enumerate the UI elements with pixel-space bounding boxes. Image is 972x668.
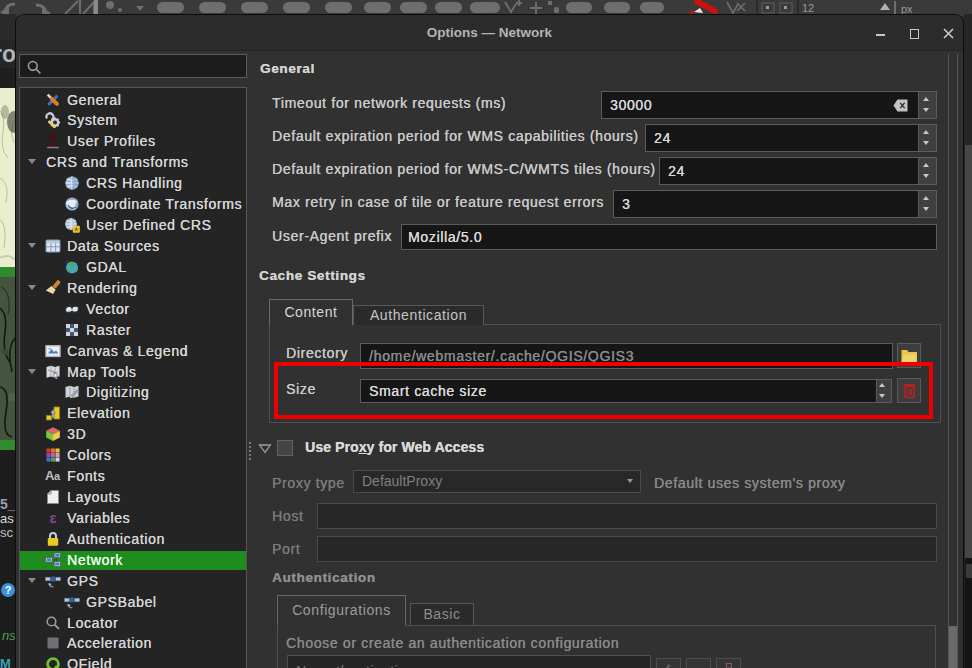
- svg-text:12: 12: [802, 2, 814, 14]
